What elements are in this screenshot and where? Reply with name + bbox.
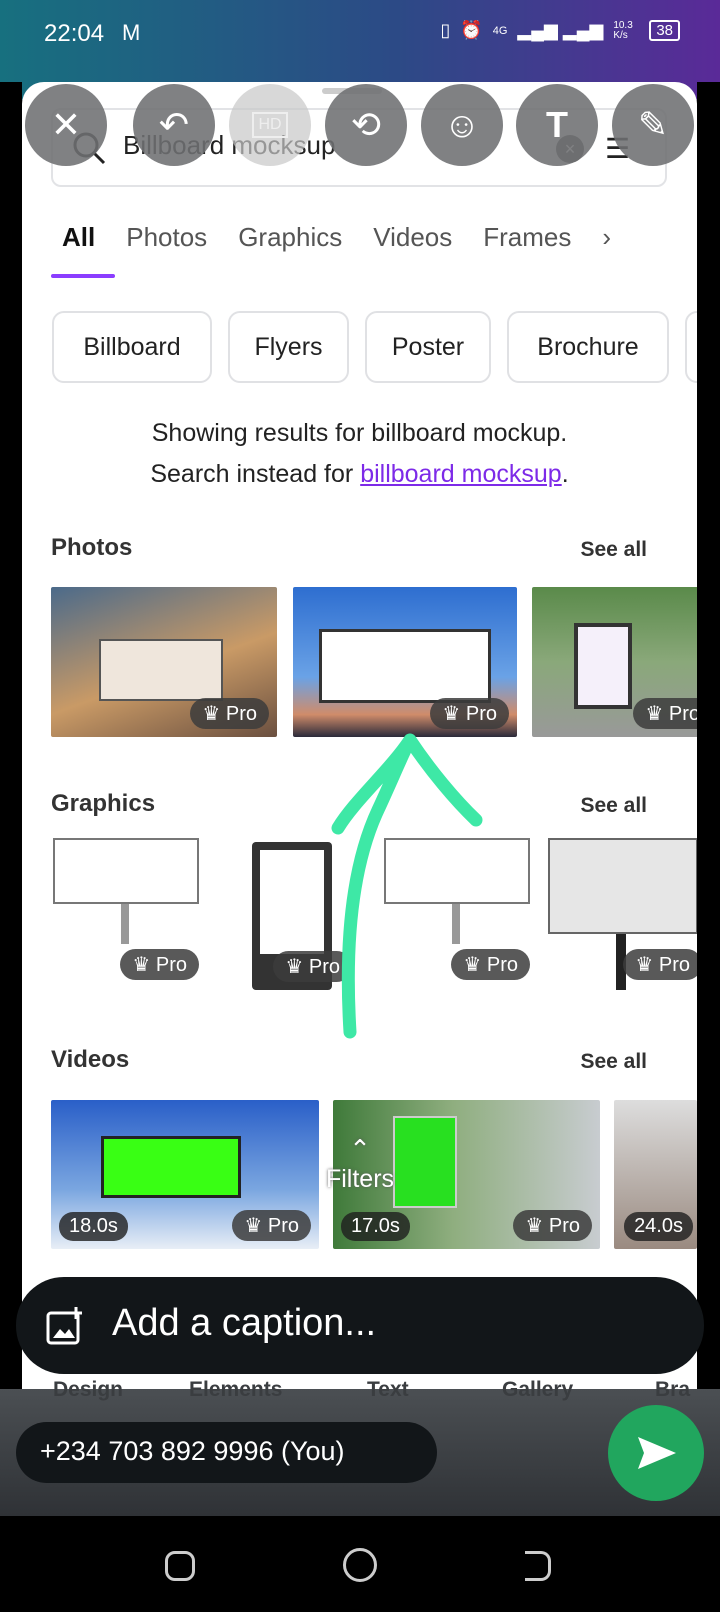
add-media-icon [46,1307,82,1345]
bottom-tab-brand: Bra [655,1378,691,1401]
system-nav-bar [0,1516,720,1612]
recipient-chip[interactable]: +234 703 892 9996 (You) [16,1422,437,1483]
bottom-tab-design: Design [53,1378,124,1401]
send-icon [638,1437,676,1469]
back-icon[interactable] [525,1551,551,1581]
recents-icon[interactable] [165,1551,195,1581]
caption-placeholder: Add a caption... [112,1302,377,1344]
home-icon[interactable] [343,1548,377,1582]
bottom-tab-text: Text [367,1378,409,1401]
caption-input[interactable]: Add a caption... [16,1277,704,1374]
send-button[interactable] [608,1405,704,1501]
bottom-tab-elements: Elements [189,1378,283,1401]
bottom-tab-gallery: Gallery [502,1378,574,1401]
